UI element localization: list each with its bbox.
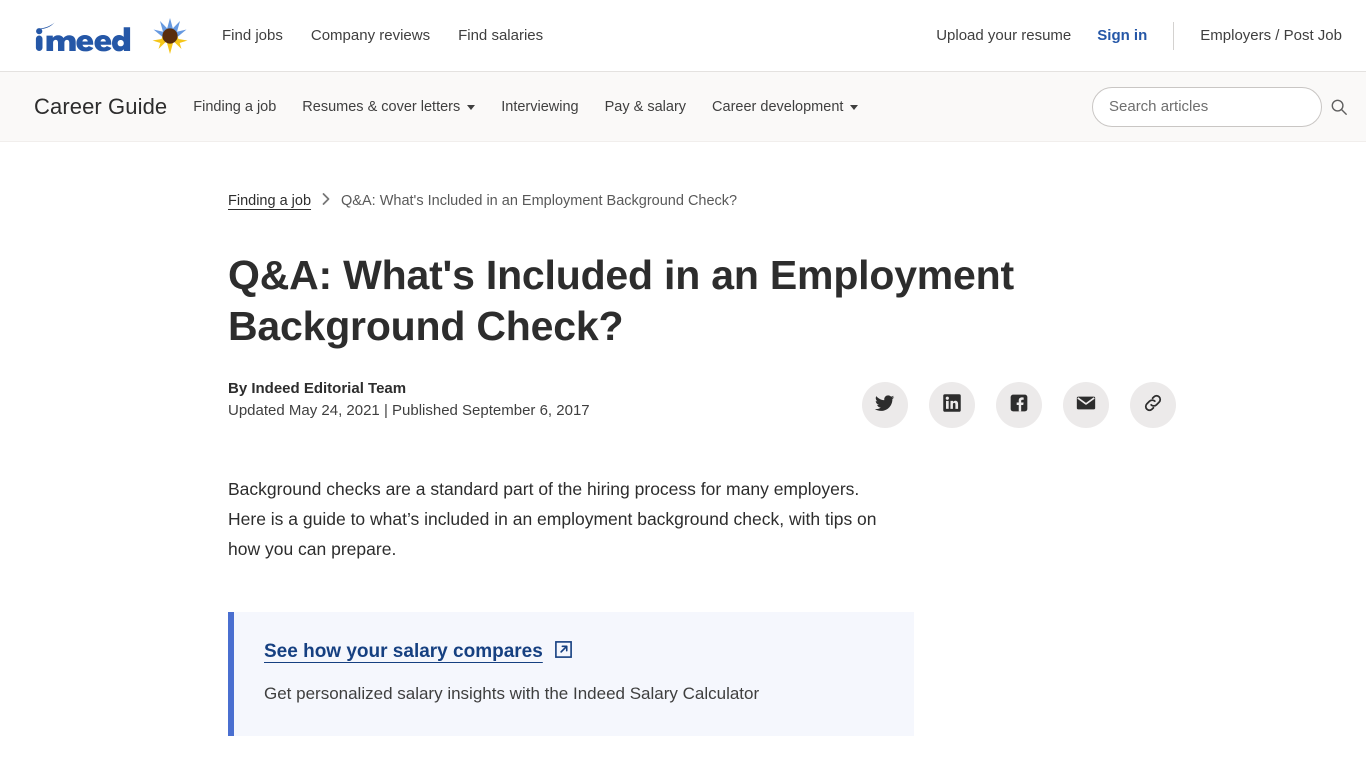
author-name: By Indeed Editorial Team (228, 379, 407, 397)
salary-compare-link[interactable]: See how your salary compares (264, 640, 573, 665)
career-guide-nav: Finding a job Resumes & cover letters In… (193, 98, 859, 115)
cg-nav-finding-a-job[interactable]: Finding a job (193, 99, 276, 115)
search-area (1092, 86, 1348, 127)
byline: By Indeed Editorial Team Updated May 24,… (228, 380, 590, 419)
salary-callout[interactable]: See how your salary compares Get persona… (228, 611, 914, 737)
upload-resume-link[interactable]: Upload your resume (936, 27, 1071, 44)
link-icon (1142, 392, 1164, 417)
external-link-icon (554, 640, 573, 665)
nav-find-jobs[interactable]: Find jobs (222, 27, 283, 44)
breadcrumb-parent-link[interactable]: Finding a job (228, 193, 311, 209)
chevron-down-icon (467, 105, 476, 110)
share-buttons (861, 381, 1176, 428)
facebook-icon (1009, 393, 1029, 416)
cg-nav-pay-salary[interactable]: Pay & salary (605, 99, 686, 115)
linkedin-icon (942, 393, 962, 416)
email-icon (1075, 392, 1097, 417)
publish-dates: Updated May 24, 2021 | Published Septemb… (228, 401, 590, 419)
nav-find-salaries[interactable]: Find salaries (458, 27, 543, 44)
article-container: Finding a job Q&A: What's Included in an… (0, 142, 1366, 737)
cg-nav-label: Resumes & cover letters (302, 98, 461, 115)
global-header: Find jobs Company reviews Find salaries … (0, 0, 1366, 72)
cg-nav-label: Pay & salary (604, 98, 687, 115)
cg-nav-career-development[interactable]: Career development (712, 98, 859, 115)
cg-nav-label: Career development (712, 98, 844, 115)
global-nav-links: Find jobs Company reviews Find salaries (222, 27, 543, 44)
article-meta: By Indeed Editorial Team Updated May 24,… (228, 380, 1366, 428)
cg-nav-interviewing[interactable]: Interviewing (501, 99, 578, 115)
career-guide-bar: Career Guide Finding a job Resumes & cov… (0, 72, 1366, 142)
indeed-logo-icon[interactable] (24, 19, 134, 53)
salary-callout-subtitle: Get personalized salary insights with th… (264, 683, 760, 703)
nav-divider (1173, 21, 1175, 50)
search-input[interactable] (1092, 86, 1322, 127)
breadcrumb-current: Q&A: What's Included in an Employment Ba… (341, 193, 738, 209)
employers-post-job-link[interactable]: Employers / Post Job (1200, 27, 1342, 44)
breadcrumb: Finding a job Q&A: What's Included in an… (228, 192, 1366, 210)
cg-nav-resumes-cover-letters[interactable]: Resumes & cover letters (302, 98, 476, 115)
nav-company-reviews[interactable]: Company reviews (311, 27, 430, 44)
career-guide-title[interactable]: Career Guide (34, 94, 167, 120)
share-copylink-button[interactable] (1129, 381, 1176, 428)
share-email-button[interactable] (1062, 381, 1109, 428)
chevron-down-icon (850, 105, 859, 110)
cg-nav-label: Interviewing (501, 98, 579, 115)
article-lede: Background checks are a standard part of… (228, 478, 877, 559)
sunflower-icon[interactable] (148, 14, 192, 58)
sign-in-link[interactable]: Sign in (1097, 27, 1147, 44)
page-title: Q&A: What's Included in an Employment Ba… (228, 252, 1014, 349)
share-twitter-button[interactable] (861, 381, 908, 428)
brand-block[interactable] (24, 14, 192, 58)
chevron-right-icon (321, 192, 331, 210)
twitter-icon (874, 393, 895, 417)
cg-nav-label: Finding a job (193, 98, 277, 115)
salary-compare-label: See how your salary compares (264, 641, 543, 663)
search-icon[interactable] (1330, 98, 1348, 116)
share-linkedin-button[interactable] (928, 381, 975, 428)
share-facebook-button[interactable] (995, 381, 1042, 428)
global-nav-right: Upload your resume Sign in Employers / P… (936, 21, 1342, 50)
